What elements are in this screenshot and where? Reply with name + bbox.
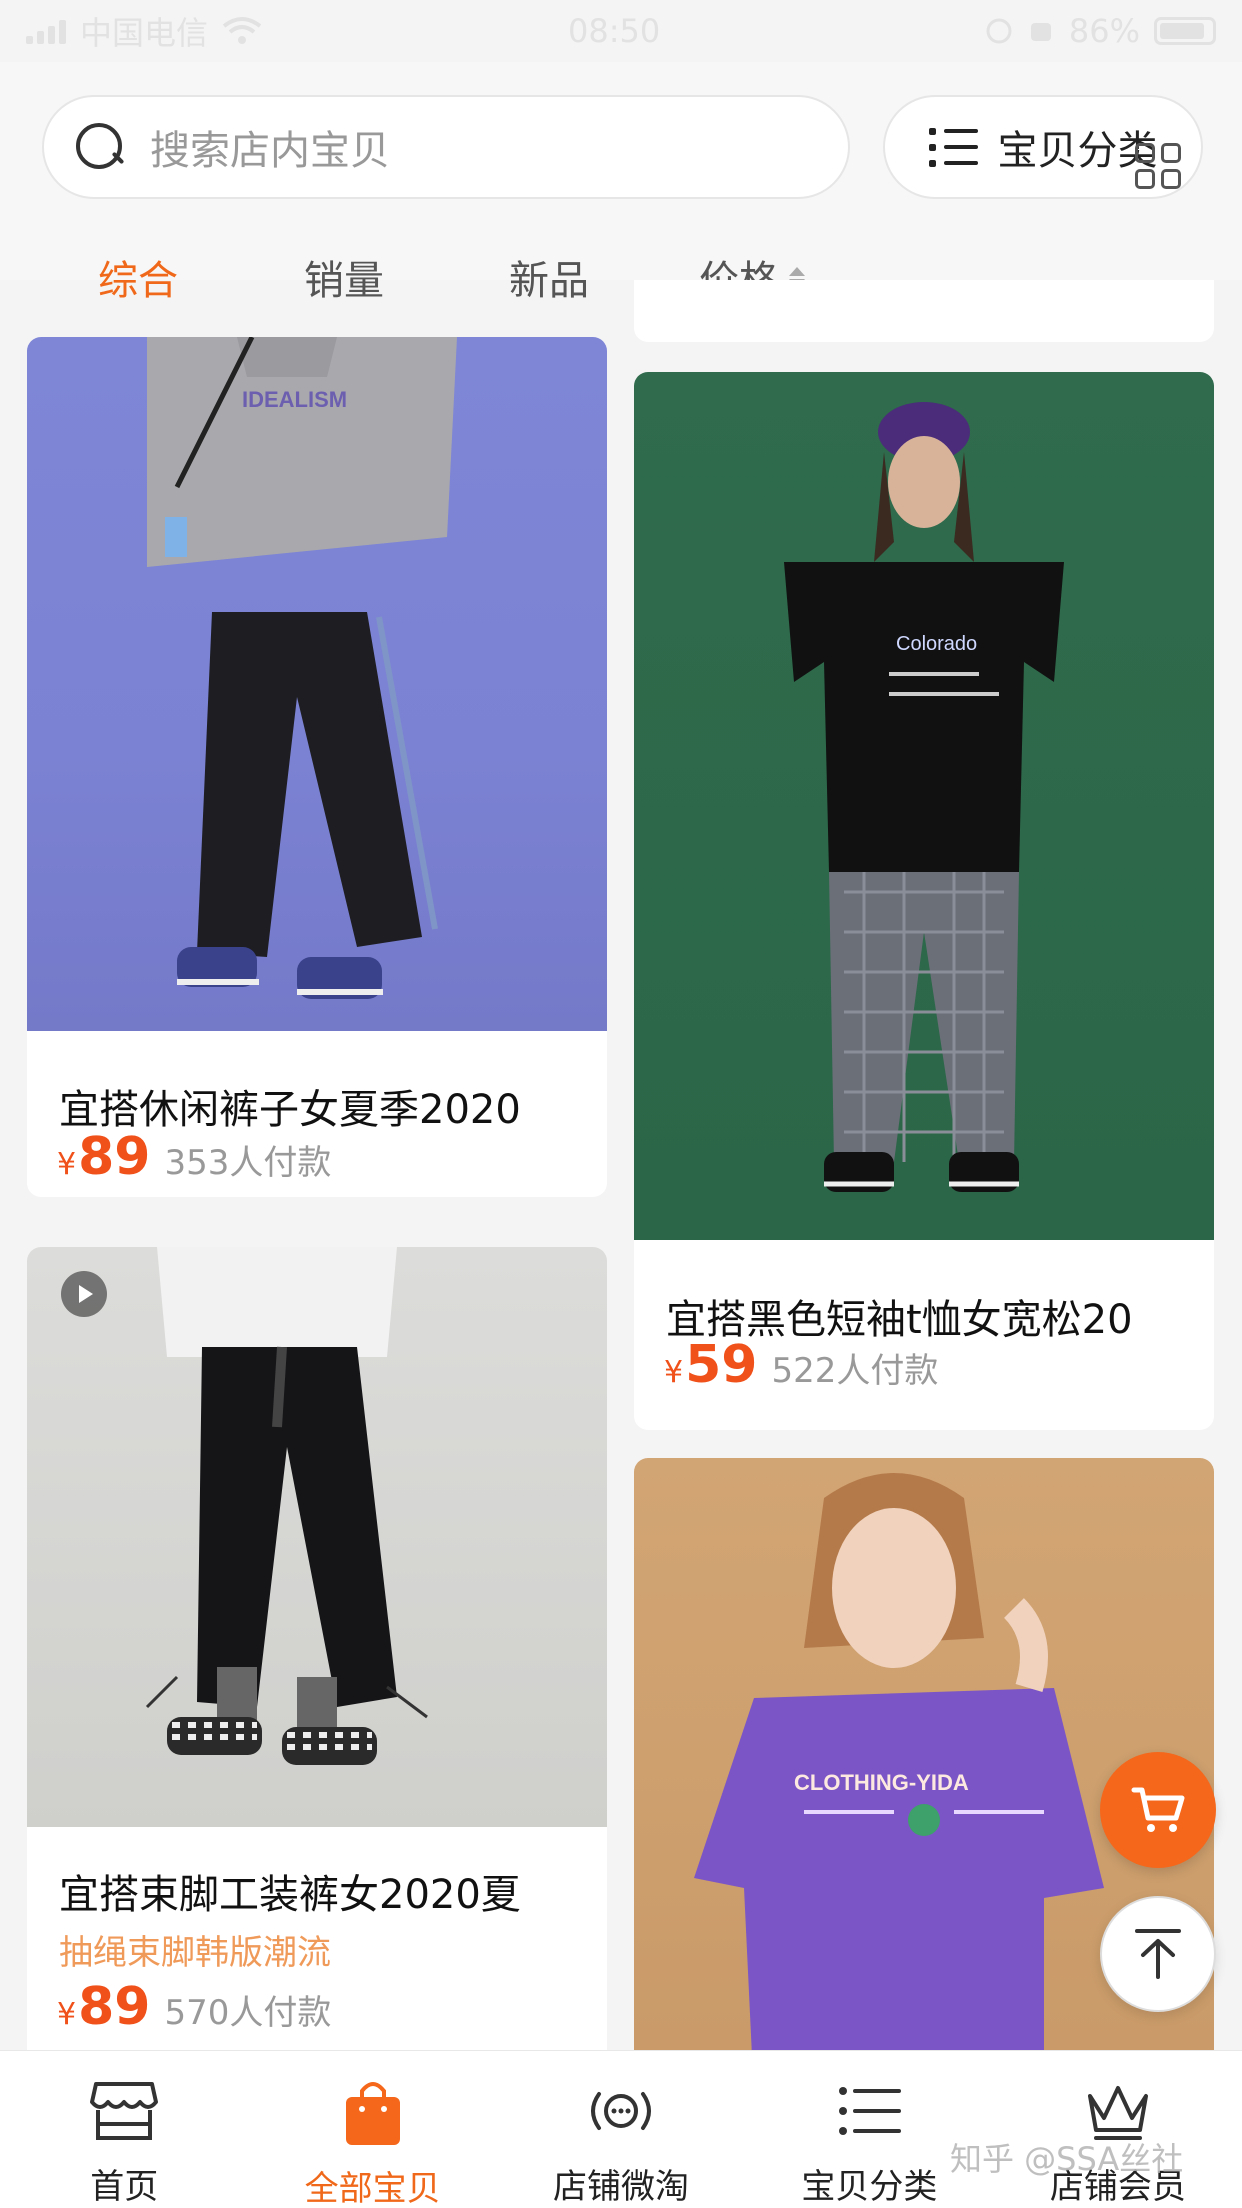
battery-percent: 86% (1068, 12, 1140, 50)
list-icon (833, 2077, 905, 2145)
model-figure: IDEALISM (147, 337, 457, 999)
header: 搜索店内宝贝 宝贝分类 综合 销量 新品 价格 (0, 62, 1242, 304)
arrow-up-icon (1135, 1929, 1181, 1979)
product-price: 59 (685, 1335, 758, 1395)
price-row: ¥59 522人付款 (664, 1335, 938, 1395)
price-row: ¥89 570人付款 (57, 1977, 331, 2037)
price-row: ¥89 353人付款 (57, 1127, 331, 1187)
currency-symbol: ¥ (664, 1355, 684, 1390)
carrier-label: 中国电信 (80, 14, 209, 52)
sold-count: 353人付款 (164, 1143, 332, 1183)
product-card[interactable]: 宜搭束脚工装裤女2020夏 抽绳束脚韩版潮流 ¥89 570人付款 (27, 1247, 607, 2050)
product-price: 89 (78, 1977, 151, 2037)
nav-label: 首页 (90, 2167, 159, 2207)
product-subtitle: 抽绳束脚韩版潮流 (59, 1933, 331, 1973)
sold-count: 522人付款 (771, 1351, 939, 1391)
back-to-top-button[interactable] (1100, 1896, 1216, 2012)
model-figure: Colorado (784, 402, 1064, 1192)
product-image: IDEALISM (27, 337, 607, 1031)
model-figure (145, 1247, 428, 1765)
wifi-icon (222, 17, 262, 44)
list-icon (928, 127, 978, 167)
product-card[interactable]: IDEALISM 宜搭休闲裤子女夏季2020 ¥89 353人付款 (27, 337, 607, 1197)
status-left: 中国电信 (26, 8, 262, 54)
nav-item-all-products[interactable]: 全部宝贝 (248, 2051, 496, 2208)
grid-view-toggle-icon[interactable] (1135, 143, 1181, 189)
bottom-nav: 首页 全部宝贝 店铺微淘 宝贝分类 店铺会员 (0, 2050, 1242, 2208)
video-play-icon[interactable] (61, 1271, 107, 1317)
product-title: 宜搭束脚工装裤女2020夏 (59, 1872, 521, 1918)
product-image (27, 1247, 607, 1827)
battery-icon (1154, 17, 1216, 45)
product-grid: IDEALISM 宜搭休闲裤子女夏季2020 ¥89 353人付款 Colora… (0, 280, 1242, 2050)
search-icon (76, 123, 124, 171)
nav-label: 宝贝分类 (801, 2167, 938, 2207)
search-placeholder: 搜索店内宝贝 (150, 128, 390, 174)
nav-item-category[interactable]: 宝贝分类 (745, 2051, 993, 2208)
tee-print-text: CLOTHING-YIDA (794, 1770, 969, 1795)
store-icon (88, 2077, 160, 2145)
nav-item-home[interactable]: 首页 (0, 2051, 248, 2208)
product-price: 89 (78, 1127, 151, 1187)
product-card[interactable]: Colorado 宜搭黑色短袖t恤女宽松20 ¥59 522人付款 (634, 372, 1214, 1430)
cart-button[interactable] (1100, 1752, 1216, 1868)
product-image: Colorado (634, 372, 1214, 1240)
status-right: 86% (985, 12, 1216, 50)
broadcast-icon (585, 2077, 657, 2145)
svg-text:Colorado: Colorado (896, 633, 977, 655)
signal-icon (26, 18, 66, 44)
cart-icon (1131, 1787, 1185, 1832)
product-card-partial[interactable] (634, 280, 1214, 342)
shopping-bag-icon (337, 2077, 409, 2147)
currency-symbol: ¥ (57, 1147, 77, 1182)
nav-label: 店铺微淘 (553, 2167, 690, 2207)
nav-label: 全部宝贝 (304, 2169, 441, 2208)
nav-item-store-feed[interactable]: 店铺微淘 (497, 2051, 745, 2208)
sold-count: 570人付款 (164, 1993, 332, 2033)
search-input[interactable]: 搜索店内宝贝 (42, 95, 850, 199)
category-label: 宝贝分类 (997, 128, 1158, 174)
alarm-icon (986, 18, 1012, 44)
status-bar: 中国电信 08:50 86% (0, 0, 1242, 62)
nav-item-membership[interactable]: 店铺会员 (994, 2051, 1242, 2208)
status-time: 08:50 (568, 12, 661, 50)
currency-symbol: ¥ (57, 1997, 77, 2032)
svg-text:IDEALISM: IDEALISM (242, 387, 347, 412)
headphone-icon (1030, 23, 1051, 41)
watermark: 知乎 @SSA丝社 (950, 2140, 1184, 2178)
